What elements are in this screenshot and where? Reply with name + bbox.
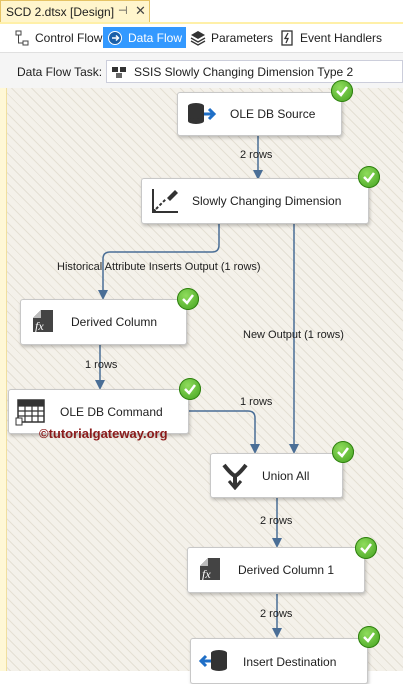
flow-label-dc-to-cmd: 1 rows	[85, 359, 118, 371]
component-slowly-changing-dimension[interactable]: Slowly Changing Dimension	[141, 178, 369, 224]
component-label: Derived Column 1	[238, 563, 335, 577]
success-check-icon	[358, 626, 380, 648]
svg-text:fx: fx	[202, 567, 211, 581]
component-label: OLE DB Command	[60, 404, 163, 419]
svg-text:fx: fx	[35, 319, 44, 333]
component-label: Union All	[262, 468, 310, 483]
component-derived-column-1[interactable]: fx Derived Column 1	[187, 547, 365, 593]
flow-label-cmd-to-union: 1 rows	[240, 396, 273, 408]
component-ole-db-source[interactable]: OLE DB Source	[177, 92, 342, 136]
success-check-icon	[332, 441, 354, 463]
component-label: Derived Column	[71, 315, 158, 329]
success-check-icon	[355, 537, 377, 559]
flow-label-union-to-dc1: 2 rows	[260, 515, 293, 527]
component-insert-destination[interactable]: Insert Destination	[190, 638, 368, 684]
flow-label-src-to-scd: 2 rows	[240, 149, 273, 161]
success-check-icon	[179, 378, 201, 400]
ole-db-command-icon	[15, 398, 47, 426]
flow-label-dc1-to-dest: 2 rows	[260, 608, 293, 620]
flow-label-historical: Historical Attribute Inserts Output (1 r…	[57, 261, 261, 273]
flow-path-cmd-to-union	[189, 410, 260, 454]
component-label: OLE DB Source	[230, 107, 316, 121]
watermark-text: ©tutorialgateway.org	[39, 426, 168, 441]
component-label: Insert Destination	[243, 655, 337, 669]
union-all-icon	[219, 462, 251, 490]
component-union-all[interactable]: Union All	[210, 453, 343, 498]
ole-db-source-icon	[186, 100, 218, 128]
derived-column-icon: fx	[194, 556, 226, 584]
flow-label-new-output: New Output (1 rows)	[243, 329, 344, 341]
success-check-icon	[177, 288, 199, 310]
component-label: Slowly Changing Dimension	[192, 194, 342, 208]
success-check-icon	[358, 166, 380, 188]
success-check-icon	[331, 80, 353, 102]
scd-icon	[150, 187, 182, 215]
component-derived-column[interactable]: fx Derived Column	[20, 299, 187, 345]
derived-column-icon: fx	[27, 308, 59, 336]
